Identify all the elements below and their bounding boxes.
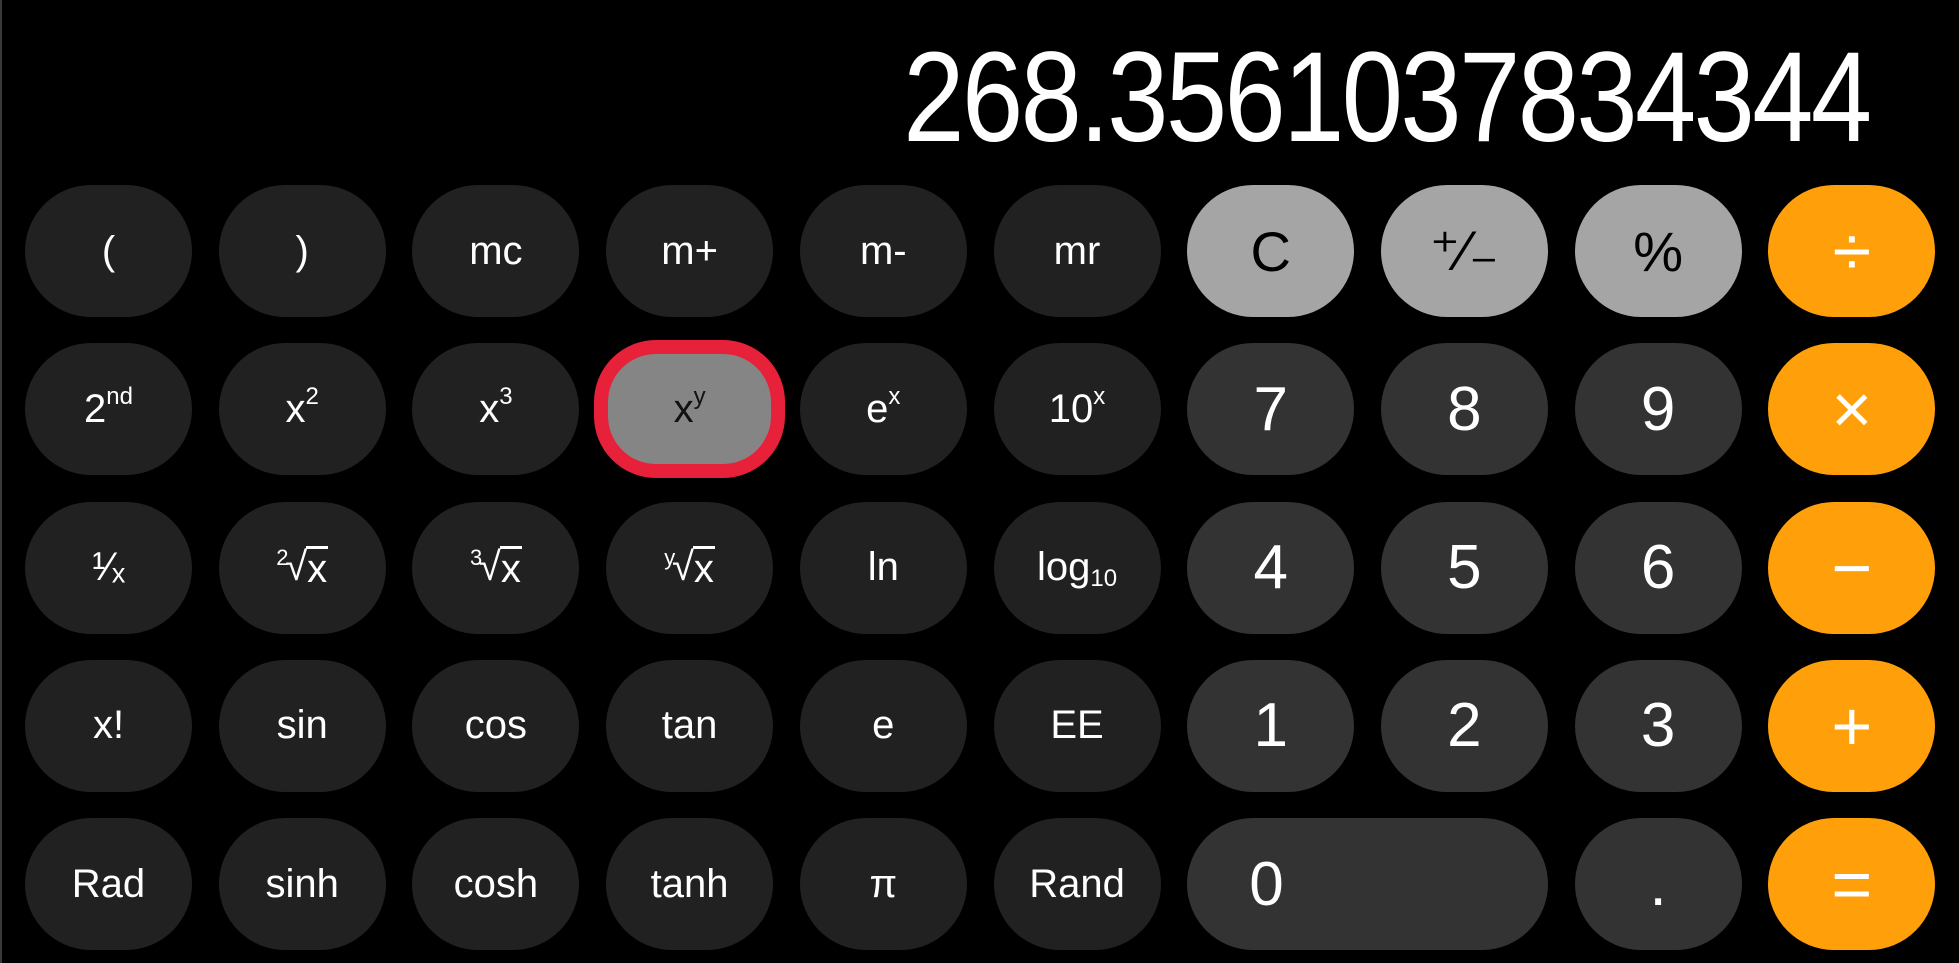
pi-button[interactable]: π: [799, 818, 967, 951]
plus-button[interactable]: +: [1768, 659, 1936, 792]
mc-label: mc: [469, 228, 523, 273]
clear-button[interactable]: C: [1187, 185, 1355, 317]
cube-root-button[interactable]: 3 √ x: [412, 501, 580, 634]
eight-button[interactable]: 8: [1380, 343, 1548, 476]
mr-label: mr: [1053, 228, 1101, 273]
five-label: 5: [1447, 533, 1482, 603]
minus-button[interactable]: −: [1768, 501, 1936, 634]
m-plus-label: m+: [661, 228, 718, 273]
square-root-label: 2 √ x: [276, 544, 329, 592]
mr-button[interactable]: mr: [993, 185, 1161, 317]
rad-button[interactable]: Rad: [25, 818, 192, 951]
x-power-y-button[interactable]: xy: [606, 343, 774, 476]
one-label: 1: [1253, 691, 1288, 761]
two-button[interactable]: 2: [1380, 659, 1548, 792]
x-squared-button[interactable]: x2: [218, 343, 386, 476]
plus-minus-label: ⁺∕₋: [1430, 219, 1499, 282]
percent-label: %: [1633, 219, 1683, 283]
four-button[interactable]: 4: [1187, 501, 1355, 634]
tan-label: tan: [661, 703, 718, 748]
sin-button[interactable]: sin: [218, 659, 386, 792]
factorial-button[interactable]: x!: [25, 659, 192, 792]
three-button[interactable]: 3: [1574, 659, 1742, 792]
cosh-button[interactable]: cosh: [412, 818, 580, 951]
six-button[interactable]: 6: [1574, 501, 1742, 634]
keypad: () mc m+ m-mr C ⁺∕₋% ÷ 2nd x2 x3 xy ex 10x 7 8 9 × ¹∕ₓ 2 √ x…: [0, 0, 1959, 963]
e-const-label: e: [872, 703, 895, 748]
rand-label: Rand: [1029, 861, 1125, 906]
four-label: 4: [1253, 533, 1288, 603]
reciprocal-label: ¹∕ₓ: [91, 545, 126, 590]
decimal-label: .: [1649, 849, 1667, 919]
y-root-button[interactable]: y √ x: [606, 501, 774, 634]
x-power-y-label: xy: [673, 382, 706, 431]
close-paren-button[interactable]: ): [218, 185, 386, 317]
ee-button[interactable]: EE: [993, 659, 1161, 792]
square-root-button[interactable]: 2 √ x: [218, 501, 386, 634]
x-cubed-button[interactable]: x3: [412, 343, 580, 476]
divide-label: ÷: [1832, 212, 1871, 290]
rad-label: Rad: [71, 861, 146, 906]
minus-label: −: [1831, 528, 1873, 607]
x-squared-label: x2: [285, 382, 319, 431]
seven-button[interactable]: 7: [1187, 343, 1355, 476]
equals-label: =: [1831, 845, 1873, 924]
zero-label: 0: [1249, 849, 1284, 919]
ln-button[interactable]: ln: [799, 501, 967, 634]
tanh-label: tanh: [650, 861, 729, 906]
log10-label: log10: [1036, 545, 1118, 593]
eight-label: 8: [1447, 374, 1482, 444]
multiply-button[interactable]: ×: [1768, 343, 1936, 476]
decimal-button[interactable]: .: [1574, 818, 1742, 951]
six-label: 6: [1640, 533, 1676, 603]
zero-button[interactable]: 0: [1187, 818, 1549, 951]
rand-button[interactable]: Rand: [993, 818, 1161, 951]
tanh-button[interactable]: tanh: [606, 818, 774, 951]
log10-button[interactable]: log10: [993, 501, 1161, 634]
nine-label: 9: [1640, 374, 1676, 444]
pi-label: π: [869, 861, 898, 906]
divide-button[interactable]: ÷: [1768, 185, 1936, 317]
cosh-label: cosh: [453, 861, 539, 906]
equals-button[interactable]: =: [1768, 818, 1936, 951]
clear-label: C: [1250, 219, 1291, 283]
m-plus-button[interactable]: m+: [606, 185, 774, 317]
three-label: 3: [1640, 691, 1676, 761]
cos-label: cos: [464, 703, 528, 748]
e-power-x-button[interactable]: ex: [799, 343, 967, 476]
nine-button[interactable]: 9: [1574, 343, 1742, 476]
x-cubed-label: x3: [479, 382, 513, 431]
sinh-button[interactable]: sinh: [218, 818, 386, 951]
ee-label: EE: [1050, 703, 1104, 748]
seven-label: 7: [1253, 374, 1288, 444]
five-button[interactable]: 5: [1380, 501, 1548, 634]
sinh-label: sinh: [265, 861, 339, 906]
e-power-x-label: ex: [866, 382, 901, 431]
cube-root-label: 3 √ x: [469, 544, 522, 592]
second-button[interactable]: 2nd: [25, 343, 192, 476]
factorial-label: x!: [92, 703, 125, 748]
close-paren-label: ): [295, 228, 309, 273]
m-minus-button[interactable]: m-: [799, 185, 967, 317]
multiply-label: ×: [1831, 370, 1873, 449]
y-root-label: y √ x: [664, 544, 715, 592]
open-paren-button[interactable]: (: [25, 185, 192, 317]
tan-button[interactable]: tan: [606, 659, 774, 792]
open-paren-label: (: [101, 228, 116, 273]
plus-label: +: [1831, 686, 1873, 765]
ten-power-x-button[interactable]: 10x: [993, 343, 1161, 476]
sin-label: sin: [276, 703, 328, 748]
second-label: 2nd: [84, 382, 133, 431]
mc-button[interactable]: mc: [412, 185, 580, 317]
cos-button[interactable]: cos: [412, 659, 580, 792]
two-label: 2: [1447, 691, 1482, 761]
plus-minus-button[interactable]: ⁺∕₋: [1380, 185, 1548, 317]
e-const-button[interactable]: e: [799, 659, 967, 792]
ten-power-x-label: 10x: [1048, 382, 1106, 431]
percent-button[interactable]: %: [1574, 185, 1742, 317]
reciprocal-button[interactable]: ¹∕ₓ: [25, 501, 192, 634]
one-button[interactable]: 1: [1187, 659, 1355, 792]
m-minus-label: m-: [859, 228, 907, 273]
ln-label: ln: [867, 545, 899, 590]
